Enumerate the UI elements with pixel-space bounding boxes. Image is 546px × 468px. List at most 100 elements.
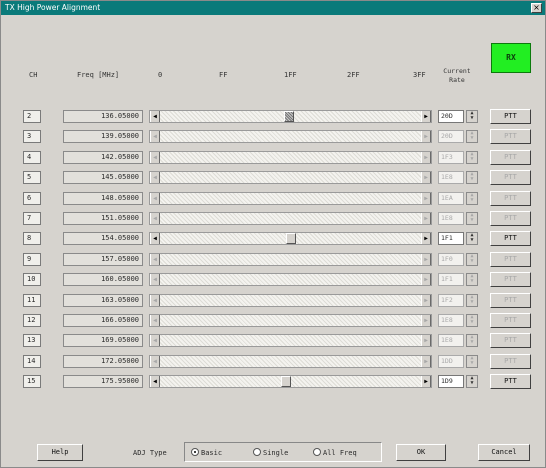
current-rate-field[interactable]: 20D — [438, 110, 464, 123]
tx-high-power-alignment-dialog: TX High Power Alignment × RX CH Freq [MH… — [0, 0, 546, 468]
rx-button[interactable]: RX — [491, 43, 531, 73]
adj-radio-single-label: Single — [263, 449, 289, 457]
slider-right-arrow-icon: ▶ — [421, 151, 431, 163]
channel-row: 2 136.05000 ◀ ▶ 20D ▲ ▼ PTT — [1, 109, 546, 125]
rate-spinner: ▲ ▼ — [466, 171, 478, 185]
rate-spinner: ▲ ▼ — [466, 150, 478, 164]
spin-down-icon[interactable]: ▼ — [467, 381, 477, 386]
frequency-field: 160.05000 — [63, 273, 143, 287]
ptt-button: PTT — [490, 292, 531, 308]
spin-down-icon: ▼ — [470, 176, 474, 183]
adj-type-label: ADJ Type — [133, 449, 167, 457]
power-slider[interactable]: ◀ ▶ — [149, 110, 432, 123]
current-rate-field: 20D — [438, 130, 464, 144]
power-slider: ◀ ▶ — [149, 314, 432, 327]
power-slider[interactable]: ◀ ▶ — [149, 375, 432, 389]
slider-thumb[interactable] — [281, 376, 291, 388]
help-button[interactable]: Help — [37, 444, 83, 461]
slider-left-arrow-icon: ◀ — [150, 315, 160, 326]
ptt-button: PTT — [490, 129, 531, 145]
slider-right-arrow-icon: ▶ — [421, 335, 431, 347]
current-rate-field: 1F2 — [438, 293, 464, 307]
ptt-button[interactable]: PTT — [490, 374, 531, 390]
scale-label-1ff: 1FF — [284, 71, 297, 79]
scale-label-2ff: 2FF — [347, 71, 360, 79]
rate-spinner[interactable]: ▲ ▼ — [466, 232, 478, 246]
current-rate-field: 1DD — [438, 354, 464, 368]
adj-radio-basic[interactable]: Basic — [191, 448, 222, 458]
channel-row: 12 166.05000 ◀ ▶ 1E8 ▲ ▼ PTT — [1, 313, 546, 329]
rate-spinner[interactable]: ▲ ▼ — [466, 110, 478, 123]
ptt-button: PTT — [490, 333, 531, 349]
ptt-button: PTT — [490, 272, 531, 288]
slider-right-arrow-icon: ▶ — [421, 315, 431, 326]
channel-row: 7 151.05000 ◀ ▶ 1E8 ▲ ▼ PTT — [1, 211, 546, 227]
current-rate-field: 1E8 — [438, 212, 464, 225]
adj-radio-all-freq-label: All Freq — [323, 449, 357, 457]
power-slider: ◀ ▶ — [149, 171, 432, 185]
slider-right-arrow-icon: ▶ — [421, 274, 431, 286]
frequency-field: 145.05000 — [63, 171, 143, 185]
channel-number: 9 — [23, 252, 41, 266]
slider-right-arrow-icon[interactable]: ▶ — [421, 111, 431, 122]
power-slider: ◀ ▶ — [149, 273, 432, 287]
adj-radio-single[interactable]: Single — [253, 448, 288, 458]
slider-right-arrow-icon[interactable]: ▶ — [421, 233, 431, 245]
slider-thumb[interactable] — [286, 233, 297, 245]
channel-row: 10 160.05000 ◀ ▶ 1F1 ▲ ▼ PTT — [1, 272, 546, 288]
spin-down-icon[interactable]: ▼ — [467, 116, 477, 121]
slider-left-arrow-icon[interactable]: ◀ — [150, 233, 160, 245]
slider-right-arrow-icon: ▶ — [421, 192, 431, 204]
current-rate-field: 1EA — [438, 191, 464, 205]
channel-row: 8 154.05000 ◀ ▶ 1F1 ▲ ▼ PTT — [1, 231, 546, 247]
slider-right-arrow-icon: ▶ — [421, 355, 431, 367]
slider-left-arrow-icon[interactable]: ◀ — [150, 111, 160, 122]
cancel-button[interactable]: Cancel — [478, 444, 530, 461]
power-slider: ◀ ▶ — [149, 334, 432, 348]
frequency-field: 175.95000 — [63, 375, 143, 389]
slider-left-arrow-icon[interactable]: ◀ — [150, 376, 160, 388]
adj-type-group: Basic Single All Freq — [184, 442, 382, 462]
channel-number: 3 — [23, 130, 41, 144]
channel-row: 5 145.05000 ◀ ▶ 1E8 ▲ ▼ PTT — [1, 170, 546, 186]
power-slider: ◀ ▶ — [149, 191, 432, 205]
slider-left-arrow-icon: ◀ — [150, 294, 160, 306]
frequency-field: 166.05000 — [63, 314, 143, 327]
slider-right-arrow-icon: ▶ — [421, 213, 431, 224]
power-slider[interactable]: ◀ ▶ — [149, 232, 432, 246]
slider-right-arrow-icon[interactable]: ▶ — [421, 376, 431, 388]
slider-thumb[interactable] — [283, 111, 294, 122]
radio-indicator — [253, 448, 261, 456]
close-button[interactable]: × — [531, 3, 542, 13]
rate-spinner: ▲ ▼ — [466, 354, 478, 368]
frequency-field: 163.05000 — [63, 293, 143, 307]
current-rate-field[interactable]: 1D9 — [438, 375, 464, 389]
slider-left-arrow-icon: ◀ — [150, 335, 160, 347]
spin-down-icon[interactable]: ▼ — [467, 238, 477, 243]
frequency-field: 142.05000 — [63, 150, 143, 164]
current-rate-field: 1F3 — [438, 150, 464, 164]
rate-spinner: ▲ ▼ — [466, 191, 478, 205]
ok-button[interactable]: OK — [396, 444, 446, 461]
slider-left-arrow-icon: ◀ — [150, 355, 160, 367]
channel-number: 5 — [23, 171, 41, 185]
channel-number: 13 — [23, 334, 41, 348]
rate-spinner[interactable]: ▲ ▼ — [466, 375, 478, 389]
frequency-field: 169.05000 — [63, 334, 143, 348]
channel-number: 14 — [23, 354, 41, 368]
adj-radio-all-freq[interactable]: All Freq — [313, 448, 357, 458]
frequency-field: 136.05000 — [63, 110, 143, 123]
spin-down-icon: ▼ — [470, 155, 474, 162]
scale-label-ff: FF — [219, 71, 228, 79]
slider-left-arrow-icon: ◀ — [150, 274, 160, 286]
ptt-button[interactable]: PTT — [490, 231, 531, 247]
channel-number: 6 — [23, 191, 41, 205]
spin-down-icon: ▼ — [470, 196, 474, 203]
ptt-button: PTT — [490, 353, 531, 369]
channel-number: 4 — [23, 150, 41, 164]
ptt-button[interactable]: PTT — [490, 109, 531, 124]
frequency-field: 172.05000 — [63, 354, 143, 368]
channel-row: 13 169.05000 ◀ ▶ 1E8 ▲ ▼ PTT — [1, 333, 546, 349]
ptt-button: PTT — [490, 190, 531, 206]
current-rate-field[interactable]: 1F1 — [438, 232, 464, 246]
